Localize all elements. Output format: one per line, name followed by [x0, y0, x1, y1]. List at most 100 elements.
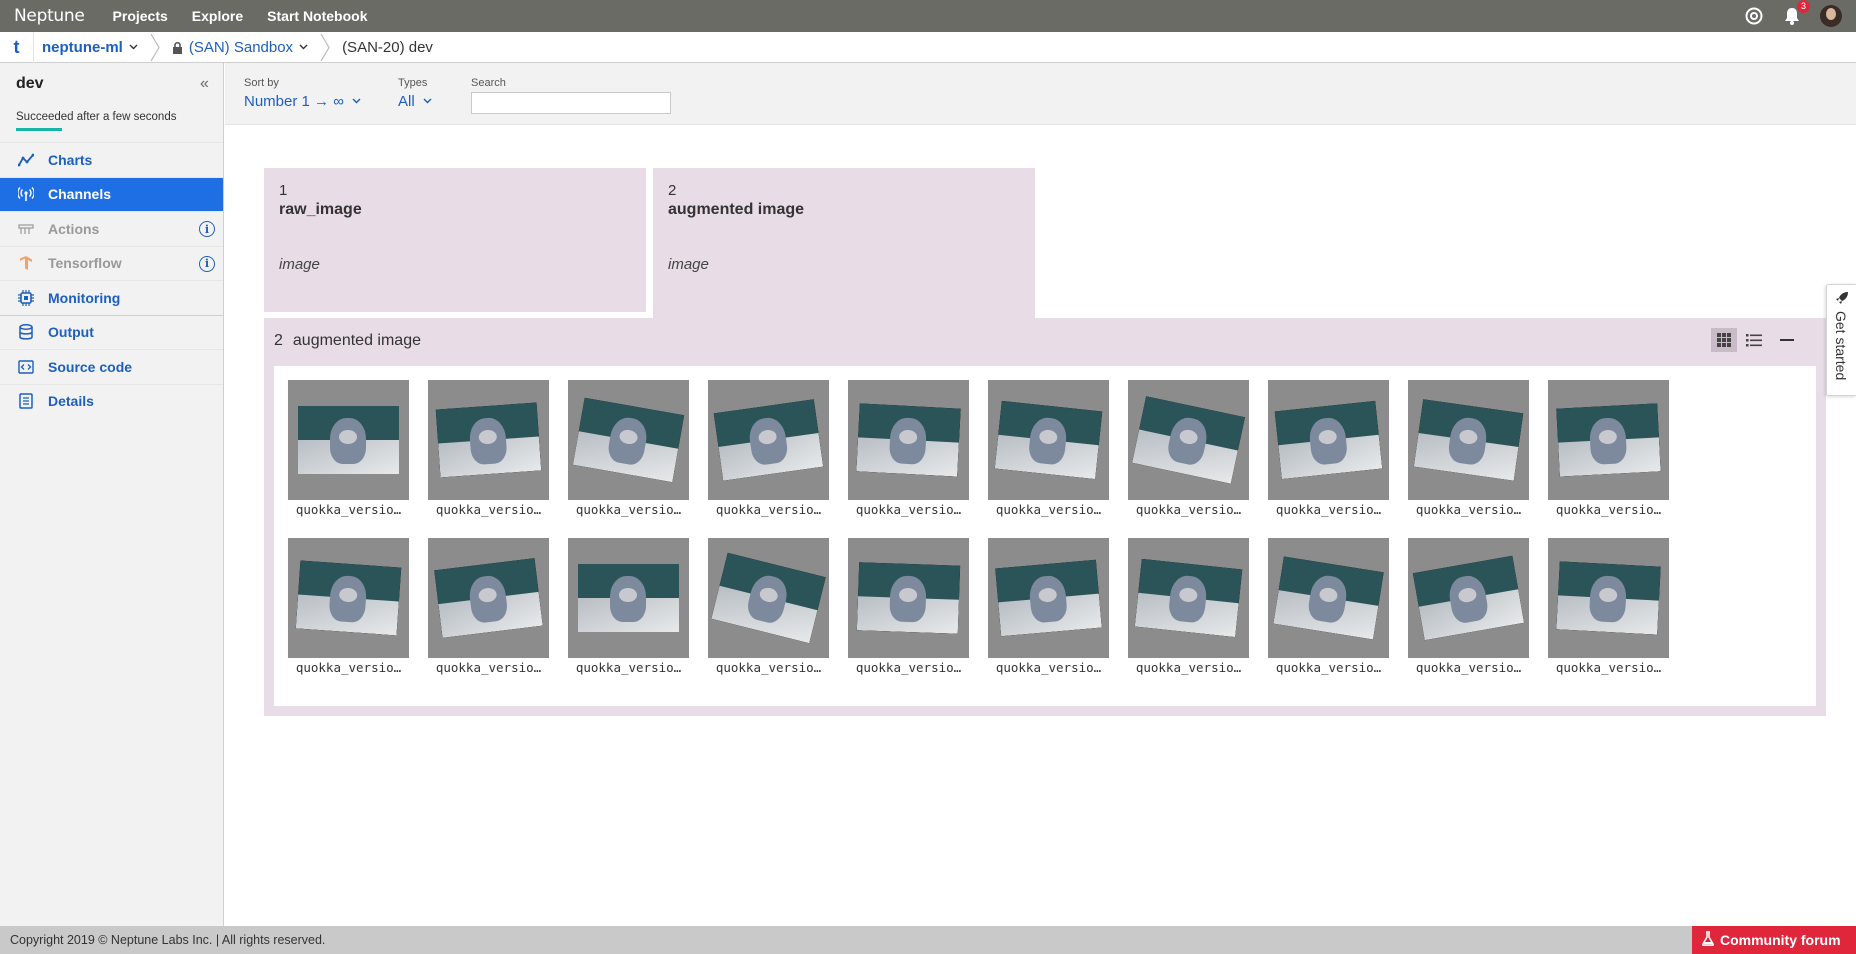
- sidebar-item-details[interactable]: Details: [0, 383, 223, 419]
- channel-number: 1: [279, 182, 288, 199]
- quokka-image: [1132, 396, 1245, 484]
- community-forum-button[interactable]: Community forum: [1692, 926, 1856, 954]
- info-icon[interactable]: i: [199, 255, 215, 272]
- sidebar-item-label: Source code: [48, 358, 133, 375]
- sidebar-menu: Charts Channels Actions i Tensorflow i M…: [0, 142, 223, 418]
- quokka-image: [298, 406, 399, 474]
- thumbnail-caption: quokka_versio…: [1275, 502, 1382, 517]
- info-icon[interactable]: i: [199, 221, 215, 237]
- sidebar-item-monitoring[interactable]: Monitoring: [0, 280, 223, 315]
- quokka-image: [295, 560, 402, 636]
- sidebar-item-tensorflow[interactable]: Tensorflow i: [0, 245, 223, 281]
- image-thumbnail[interactable]: quokka_versio…: [1268, 380, 1389, 517]
- image-thumbnail[interactable]: quokka_versio…: [568, 538, 689, 675]
- image-thumbnail[interactable]: quokka_versio…: [1408, 380, 1529, 517]
- sort-dropdown[interactable]: Number 1 → ∞: [244, 93, 361, 110]
- experiment-title: dev: [16, 75, 44, 92]
- sidebar-item-label: Channels: [48, 186, 112, 203]
- image-thumbnail[interactable]: quokka_versio…: [988, 380, 1109, 517]
- nav-projects[interactable]: Projects: [113, 8, 168, 24]
- thumbnail-caption: quokka_versio…: [995, 502, 1102, 517]
- thumbnail-frame: [708, 380, 829, 500]
- sidebar-item-channels[interactable]: Channels: [0, 176, 223, 211]
- sidebar-item-source-code[interactable]: Source code: [0, 349, 223, 384]
- image-thumbnail[interactable]: quokka_versio…: [1548, 380, 1669, 517]
- status-progress-bar: [16, 128, 62, 131]
- grid-view-icon[interactable]: [1711, 328, 1737, 352]
- help-lifebuoy-icon[interactable]: [1744, 6, 1764, 26]
- channel-name: raw_image: [279, 201, 362, 218]
- image-thumbnail[interactable]: quokka_versio…: [848, 538, 969, 675]
- sort-label: Sort by: [244, 77, 279, 89]
- channel-card-augmented-image[interactable]: 2 augmented image image: [653, 168, 1035, 318]
- quokka-image: [1556, 403, 1661, 477]
- lock-icon: [172, 41, 183, 54]
- image-thumbnail[interactable]: quokka_versio…: [568, 380, 689, 517]
- sidebar-item-actions[interactable]: Actions i: [0, 211, 223, 246]
- sidebar-item-label: Output: [48, 324, 94, 341]
- types-control: Types All: [398, 77, 432, 110]
- thumbnail-frame: [848, 538, 969, 658]
- user-avatar[interactable]: [1820, 5, 1842, 27]
- thumbnail-frame: [1128, 380, 1249, 500]
- sort-control: Sort by Number 1 → ∞: [244, 77, 361, 110]
- nav-start-notebook[interactable]: Start Notebook: [267, 8, 367, 24]
- get-started-tab[interactable]: Get started: [1826, 284, 1856, 396]
- panel-channel-name: augmented image: [292, 332, 421, 349]
- image-thumbnail[interactable]: quokka_versio…: [1268, 538, 1389, 675]
- image-thumbnail[interactable]: quokka_versio…: [848, 380, 969, 517]
- thumbnail-frame: [988, 380, 1109, 500]
- channel-type: image: [668, 256, 709, 273]
- image-thumbnail[interactable]: quokka_versio…: [1408, 538, 1529, 675]
- image-thumbnail[interactable]: quokka_versio…: [708, 380, 829, 517]
- thumbnail-caption: quokka_versio…: [435, 502, 542, 517]
- notifications-bell-icon[interactable]: 3: [1782, 0, 1810, 26]
- image-thumbnail[interactable]: quokka_versio…: [428, 538, 549, 675]
- chevron-down-icon: [423, 96, 432, 107]
- thumbnail-frame: [288, 538, 409, 658]
- antenna-icon: [18, 186, 34, 202]
- breadcrumb-organization[interactable]: neptune-ml: [34, 32, 146, 63]
- quokka-image: [1134, 558, 1243, 638]
- thumbnail-caption: quokka_versio…: [575, 502, 682, 517]
- image-thumbnail[interactable]: quokka_versio…: [708, 538, 829, 675]
- thumbnail-frame: [1408, 380, 1529, 500]
- types-dropdown[interactable]: All: [398, 93, 432, 110]
- neptune-logo[interactable]: Neptune: [14, 6, 85, 26]
- thumbnail-caption: quokka_versio…: [1135, 660, 1242, 675]
- image-thumbnail[interactable]: quokka_versio…: [1548, 538, 1669, 675]
- image-gallery: quokka_versio… quokka_versio… quokka_versi…: [274, 366, 1816, 706]
- image-thumbnail[interactable]: quokka_versio…: [428, 380, 549, 517]
- image-thumbnail[interactable]: quokka_versio…: [1128, 538, 1249, 675]
- copyright-text: Copyright 2019 © Neptune Labs Inc. | All…: [10, 933, 326, 947]
- image-thumbnail[interactable]: quokka_versio…: [988, 538, 1109, 675]
- panel-channel-number: 2: [274, 332, 283, 349]
- quokka-image: [1556, 561, 1661, 635]
- breadcrumb-experiment: (SAN-20) dev: [334, 32, 441, 63]
- breadcrumb-project[interactable]: (SAN) Sandbox: [164, 32, 316, 63]
- types-label: Types: [398, 77, 428, 89]
- image-thumbnail[interactable]: quokka_versio…: [288, 380, 409, 517]
- sidebar-item-output[interactable]: Output: [0, 314, 223, 350]
- sidebar-item-charts[interactable]: Charts: [0, 142, 223, 177]
- quokka-image: [994, 400, 1103, 480]
- home-icon[interactable]: t: [0, 31, 34, 63]
- image-thumbnail[interactable]: quokka_versio…: [1128, 380, 1249, 517]
- nav-explore[interactable]: Explore: [192, 8, 243, 24]
- quokka-image: [711, 552, 826, 644]
- thumbnail-caption: quokka_versio…: [855, 660, 962, 675]
- list-view-icon[interactable]: [1741, 328, 1767, 352]
- thumbnail-caption: quokka_versio…: [715, 502, 822, 517]
- collapse-sidebar-icon[interactable]: «: [200, 75, 209, 93]
- chevron-down-icon: [129, 42, 138, 53]
- quokka-image: [578, 564, 679, 632]
- search-label: Search: [471, 77, 506, 89]
- channel-card-raw-image[interactable]: 1 raw_image image: [264, 168, 646, 312]
- chevron-down-icon: [299, 42, 308, 53]
- minimize-panel-icon[interactable]: [1774, 328, 1800, 352]
- search-input[interactable]: [471, 92, 671, 114]
- database-icon: [18, 324, 34, 340]
- channel-name: augmented image: [668, 201, 805, 218]
- image-thumbnail[interactable]: quokka_versio…: [288, 538, 409, 675]
- quokka-image: [1274, 400, 1383, 480]
